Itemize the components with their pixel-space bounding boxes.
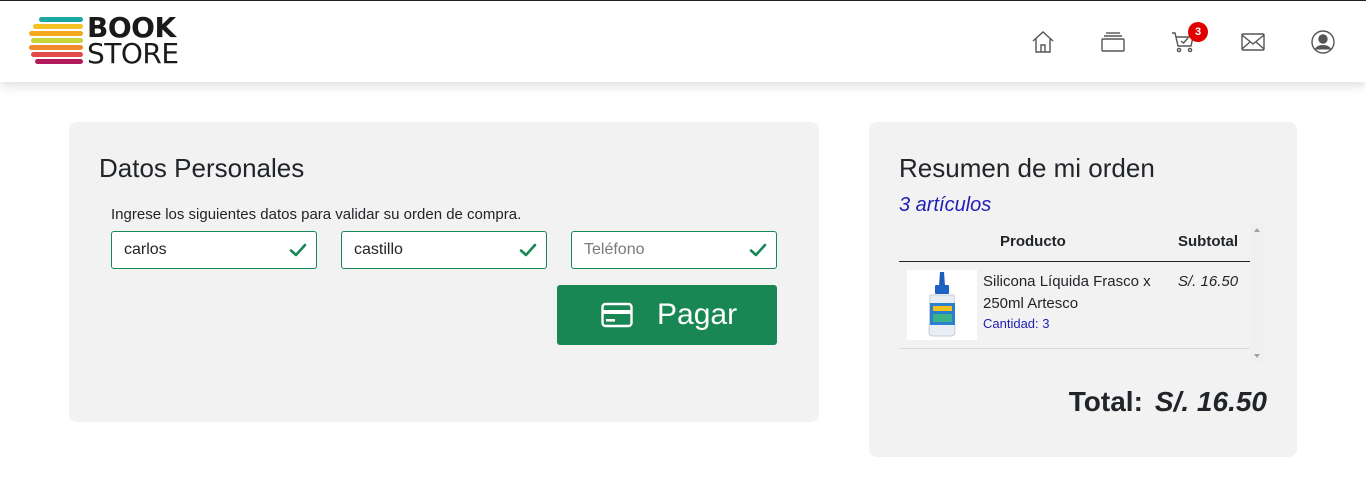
product-name: Silicona Líquida Frasco x 250ml Artesco [983,273,1151,312]
scroll-up-icon[interactable] [1254,228,1260,232]
phone-input[interactable] [584,232,734,268]
personal-data-title: Datos Personales [99,153,305,183]
scroll-down-icon[interactable] [1254,354,1260,358]
last-name-field [341,231,547,269]
pay-button[interactable]: Pagar [557,285,777,345]
logo-stripes-icon [29,17,83,64]
personal-data-card: Datos Personales Ingrese los siguientes … [69,122,819,422]
valid-check-icon [289,243,307,257]
table-row: Silicona Líquida Frasco x 250ml Artesco … [899,261,1250,349]
credit-card-icon [601,302,633,328]
logo-text: BOOK STORE [87,14,179,70]
table-scrollbar[interactable] [1251,223,1265,363]
product-quantity: Cantidad: 3 [983,316,1050,331]
total-label: Total: [1068,386,1143,417]
top-navbar: BOOK STORE 3 [0,1,1366,82]
product-thumbnail [907,270,977,340]
pay-button-label: Pagar [657,298,738,331]
total-value: S/. 16.50 [1154,386,1267,417]
table-header: Producto Subtotal [899,223,1250,262]
column-header-product: Producto [1000,233,1066,250]
items-count: 3 artículos [899,194,992,216]
mail-icon[interactable] [1240,29,1266,55]
order-items-table: Producto Subtotal Silicona Líquida Frasc… [899,223,1265,363]
valid-check-icon [519,243,537,257]
valid-check-icon [749,243,767,257]
first-name-field [111,231,317,269]
books-icon[interactable] [1100,29,1126,55]
user-icon[interactable] [1310,29,1336,55]
product-subtotal: S/. 16.50 [1178,273,1239,290]
last-name-input[interactable] [354,232,504,268]
order-summary-card: Resumen de mi orden 3 artículos Producto… [869,122,1297,457]
bookstore-logo[interactable]: BOOK STORE [29,14,179,70]
column-header-subtotal: Subtotal [1178,233,1238,250]
first-name-input[interactable] [124,232,274,268]
order-summary-title: Resumen de mi orden [899,153,1155,183]
personal-data-subtitle: Ingrese los siguientes datos para valida… [111,206,522,223]
cart-count-badge: 3 [1188,22,1208,42]
home-icon[interactable] [1030,29,1056,55]
logo-text-store: STORE [87,37,179,70]
phone-field [571,231,777,269]
order-total: Total: S/. 16.50 [1069,386,1267,418]
